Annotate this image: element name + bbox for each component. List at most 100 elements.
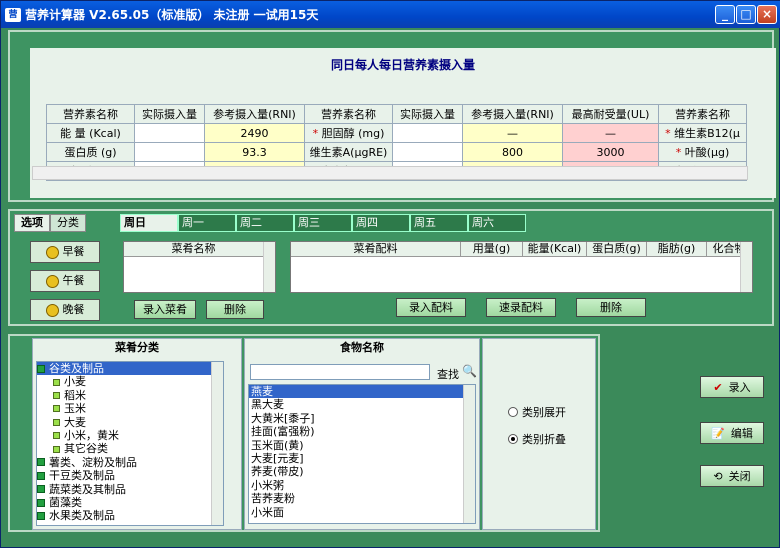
- column-header: 用量(g): [461, 242, 523, 256]
- category-icon: [53, 391, 60, 399]
- delete-ingredient-button[interactable]: 删除: [576, 298, 646, 317]
- tree-node[interactable]: 菌藻类: [37, 496, 223, 509]
- column-header: 实际摄入量: [392, 104, 463, 124]
- exit-icon: ⟲: [713, 469, 723, 483]
- food-search-input[interactable]: [250, 364, 430, 380]
- check-icon: ✔: [713, 380, 723, 394]
- list-item[interactable]: 荞麦(带皮): [249, 465, 475, 478]
- close-app-button[interactable]: ⟲ 关闭: [700, 465, 764, 487]
- category-icon: [53, 445, 60, 453]
- column-header: 营养素名称: [304, 104, 393, 124]
- tab-wednesday[interactable]: 周三: [294, 214, 352, 232]
- tree-node[interactable]: 谷类及制品: [37, 362, 223, 376]
- tab-tuesday[interactable]: 周二: [236, 214, 294, 232]
- food-list-scrollbar[interactable]: [463, 385, 475, 523]
- dish-grid[interactable]: 菜肴名称: [123, 241, 276, 293]
- search-icon[interactable]: 🔍: [462, 364, 477, 378]
- list-item[interactable]: 黑大麦: [249, 398, 475, 411]
- column-header: 最高耐受量(UL): [562, 104, 659, 124]
- tree-node[interactable]: 大麦: [37, 416, 223, 429]
- list-item[interactable]: 苦荞麦粉: [249, 492, 475, 505]
- quick-ingredient-button[interactable]: 速录配料: [486, 298, 556, 317]
- rni-panel: 同日每人每日营养素摄入量 营养素名称 实际摄入量 参考摄入量(RNI) 营养素名…: [8, 30, 776, 202]
- tree-node[interactable]: 小米，黄米: [37, 429, 223, 442]
- enter-button[interactable]: ✔ 录入: [700, 376, 764, 398]
- tree-node[interactable]: 干豆类及制品: [37, 469, 223, 482]
- add-dish-button[interactable]: 录入菜肴: [134, 300, 196, 319]
- category-scrollbar[interactable]: [211, 362, 223, 525]
- tab-monday[interactable]: 周一: [178, 214, 236, 232]
- clock-icon: [45, 274, 59, 288]
- actual-intake-cell[interactable]: [134, 142, 205, 162]
- category-icon: [37, 511, 45, 520]
- category-tree[interactable]: 谷类及制品 小麦 稻米 玉米 大麦 小米，黄米 其它谷类 薯类、淀粉及制品 干豆…: [36, 361, 224, 526]
- edit-icon: 📝: [711, 426, 725, 440]
- column-header: 菜肴名称: [124, 242, 264, 256]
- list-item[interactable]: 玉米面(黄): [249, 439, 475, 452]
- tree-node[interactable]: 蔬菜类及其制品: [37, 483, 223, 496]
- tree-node[interactable]: 其它谷类: [37, 442, 223, 455]
- category-icon: [37, 458, 45, 467]
- breakfast-button[interactable]: 早餐: [30, 241, 100, 263]
- category-icon: [53, 405, 60, 413]
- rni-value: 93.3: [204, 142, 305, 162]
- category-header: 菜肴分类: [115, 341, 159, 354]
- collapse-radio[interactable]: 类别折叠: [508, 431, 566, 447]
- tab-saturday[interactable]: 周六: [468, 214, 526, 232]
- nutrient-name: * 维生素B12(μ: [658, 123, 747, 143]
- rni-value: 2490: [204, 123, 305, 143]
- tree-node[interactable]: 水果类及制品: [37, 509, 223, 522]
- minimize-button[interactable]: _: [715, 5, 735, 24]
- list-item[interactable]: 燕麦: [249, 385, 475, 399]
- table-header-row: 营养素名称 实际摄入量 参考摄入量(RNI) 营养素名称 实际摄入量 参考摄入量…: [46, 104, 747, 124]
- title-bar: 营 营养计算器 V2.65.05（标准版） 未注册 一试用15天 _ □ ×: [1, 1, 780, 28]
- rni-value: 800: [462, 142, 563, 162]
- actual-intake-cell[interactable]: [134, 123, 205, 143]
- nutrient-name: 蛋白质 (g): [46, 142, 135, 162]
- tree-node[interactable]: 小麦: [37, 375, 223, 388]
- column-header: 参考摄入量(RNI): [462, 104, 563, 124]
- food-list[interactable]: 燕麦 黑大麦 大黄米[黍子] 挂面(富强粉) 玉米面(黄) 大麦[元麦] 荞麦(…: [248, 384, 476, 524]
- tab-sunday[interactable]: 周日: [120, 214, 178, 232]
- ul-value: 3000: [562, 142, 659, 162]
- delete-dish-button[interactable]: 删除: [206, 300, 264, 319]
- add-ingredient-button[interactable]: 录入配料: [396, 298, 466, 317]
- tab-friday[interactable]: 周五: [410, 214, 468, 232]
- tree-node[interactable]: 薯类、淀粉及制品: [37, 456, 223, 469]
- tab-options[interactable]: 选项: [14, 214, 50, 232]
- lunch-button[interactable]: 午餐: [30, 270, 100, 292]
- column-header: 脂肪(g): [647, 242, 707, 256]
- edit-button[interactable]: 📝 编辑: [700, 422, 764, 444]
- rni-value: —: [462, 123, 563, 143]
- dinner-button[interactable]: 晚餐: [30, 299, 100, 321]
- category-icon: [37, 485, 45, 494]
- column-header: 参考摄入量(RNI): [204, 104, 305, 124]
- ingredient-grid-scrollbar[interactable]: [740, 242, 752, 292]
- left-tabs: 选项 分类: [14, 214, 86, 232]
- actual-intake-cell[interactable]: [392, 123, 463, 143]
- tab-category[interactable]: 分类: [50, 214, 86, 232]
- dish-grid-scrollbar[interactable]: [263, 242, 275, 292]
- list-item[interactable]: 小米粥: [249, 479, 475, 492]
- day-tabs: 周日 周一 周二 周三 周四 周五 周六: [120, 214, 526, 232]
- list-item[interactable]: 小米面: [249, 506, 475, 519]
- nutrient-name: 维生素A(μgRE): [304, 142, 393, 162]
- category-icon: [53, 378, 60, 386]
- radio-circle: [508, 434, 518, 444]
- tab-thursday[interactable]: 周四: [352, 214, 410, 232]
- list-item[interactable]: 大黄米[黍子]: [249, 412, 475, 425]
- close-button[interactable]: ×: [757, 5, 777, 24]
- radio-circle: [508, 407, 518, 417]
- list-item[interactable]: 挂面(富强粉): [249, 425, 475, 438]
- table-row: 蛋白质 (g) 93.3 维生素A(μgRE) 800 3000 * 叶酸(μg…: [46, 142, 747, 162]
- category-icon: [37, 498, 45, 507]
- tree-node[interactable]: 玉米: [37, 402, 223, 415]
- rni-horizontal-scrollbar[interactable]: [32, 166, 748, 180]
- maximize-button[interactable]: □: [736, 5, 756, 24]
- ul-value: —: [562, 123, 659, 143]
- tree-node[interactable]: 稻米: [37, 389, 223, 402]
- list-item[interactable]: 大麦[元麦]: [249, 452, 475, 465]
- actual-intake-cell[interactable]: [392, 142, 463, 162]
- clock-icon: [45, 245, 59, 259]
- expand-radio[interactable]: 类别展开: [508, 404, 566, 420]
